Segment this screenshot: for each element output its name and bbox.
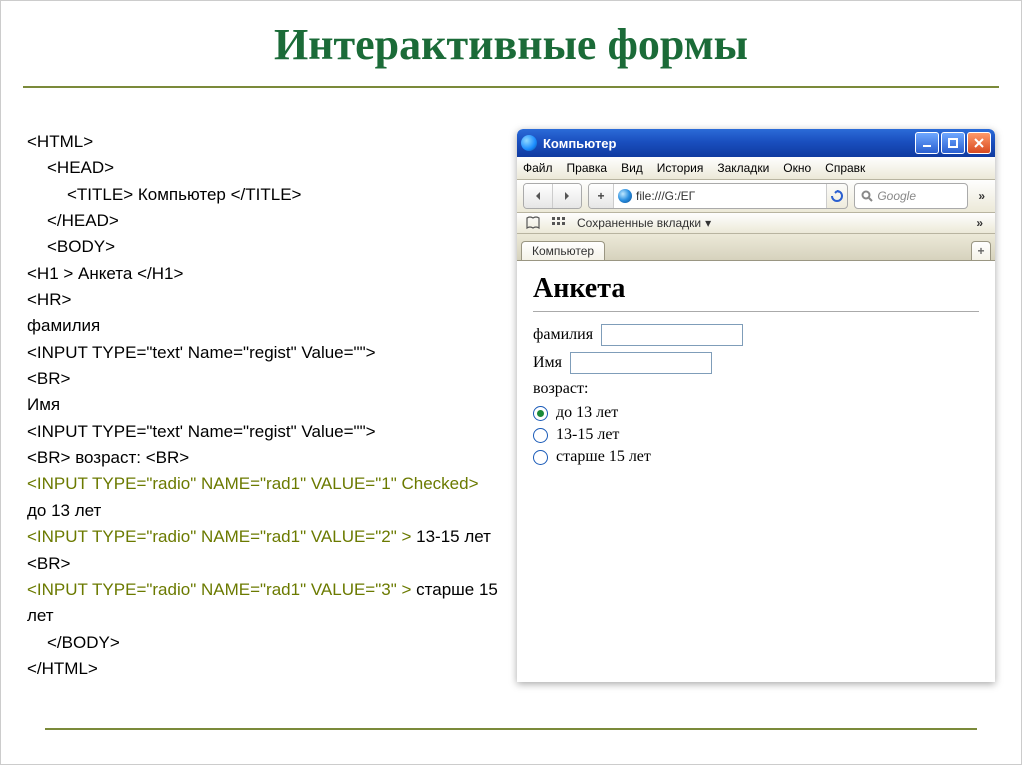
close-button[interactable] <box>967 132 991 154</box>
radio-label: до 13 лет <box>556 404 618 422</box>
code-line: Имя <box>27 395 60 414</box>
name-row: Имя <box>533 352 979 374</box>
code-line: <H1 > Анкета </H1> <box>27 264 183 283</box>
content-area: <HTML> <HEAD> <TITLE> Компьютер </TITLE>… <box>1 129 1021 682</box>
window-titlebar[interactable]: Компьютер <box>517 129 995 157</box>
code-line: <HTML> <box>27 132 93 151</box>
address-bar: + file:///G:/ЕГ <box>588 183 848 209</box>
radio-label: старше 15 лет <box>556 448 651 466</box>
surname-label: фамилия <box>533 326 593 344</box>
code-line: <BR> возраст: <BR> <box>27 448 189 467</box>
code-line: <BR> <box>27 554 70 573</box>
horizontal-rule <box>23 86 999 88</box>
window-title: Компьютер <box>543 136 909 151</box>
menu-help[interactable]: Справк <box>825 161 865 175</box>
code-line: <BR> <box>27 369 70 388</box>
code-line: </HEAD> <box>27 208 499 234</box>
code-line: до 13 лет <box>27 501 101 520</box>
code-line: <BODY> <box>27 234 499 260</box>
name-label: Имя <box>533 354 562 372</box>
radio-opt3[interactable]: старше 15 лет <box>533 448 979 466</box>
code-line: <HR> <box>27 290 71 309</box>
globe-icon <box>618 189 632 203</box>
code-line: <INPUT TYPE="radio" NAME="rad1" VALUE="3… <box>27 580 411 599</box>
menu-history[interactable]: История <box>657 161 704 175</box>
forward-button[interactable] <box>553 184 581 208</box>
tab-bar: Компьютер + <box>517 234 995 261</box>
code-line: <INPUT TYPE="radio" NAME="rad1" VALUE="2… <box>27 527 411 546</box>
code-line: <HEAD> <box>27 155 499 181</box>
title-area: Интерактивные формы <box>1 1 1021 129</box>
slide: Интерактивные формы <HTML> <HEAD> <TITLE… <box>0 0 1022 765</box>
menu-view[interactable]: Вид <box>621 161 643 175</box>
maximize-button[interactable] <box>941 132 965 154</box>
search-placeholder: Google <box>877 189 916 203</box>
navigation-toolbar: + file:///G:/ЕГ Google » <box>517 180 995 213</box>
age-row: возраст: <box>533 380 979 398</box>
saved-tabs-dropdown[interactable]: Сохраненные вкладки ▾ <box>577 216 711 230</box>
menu-edit[interactable]: Правка <box>567 161 608 175</box>
rendered-page: Анкета фамилия Имя возраст: до 13 лет <box>517 261 995 488</box>
window-controls <box>915 132 991 154</box>
overflow-icon[interactable]: » <box>974 189 989 203</box>
surname-row: фамилия <box>533 324 979 346</box>
chevron-down-icon: ▾ <box>705 216 711 230</box>
horizontal-rule-bottom <box>45 728 977 730</box>
code-line: фамилия <box>27 316 100 335</box>
add-button[interactable]: + <box>589 184 614 208</box>
code-listing: <HTML> <HEAD> <TITLE> Компьютер </TITLE>… <box>27 129 499 682</box>
back-button[interactable] <box>524 184 553 208</box>
bookmarks-toolbar: Сохраненные вкладки ▾ » <box>517 213 995 234</box>
address-text: file:///G:/ЕГ <box>636 189 695 203</box>
code-line: <INPUT TYPE="text' Name="regist" Value="… <box>27 343 376 362</box>
page-hr <box>533 311 979 312</box>
menu-bookmarks[interactable]: Закладки <box>717 161 769 175</box>
grid-icon <box>551 216 567 230</box>
overflow-icon[interactable]: » <box>972 216 987 230</box>
tab-komputer[interactable]: Компьютер <box>521 241 605 260</box>
radio-opt1[interactable]: до 13 лет <box>533 404 979 422</box>
menu-file[interactable]: Файл <box>523 161 553 175</box>
name-input[interactable] <box>570 352 712 374</box>
nav-buttons <box>523 183 582 209</box>
code-line: </BODY> <box>27 630 499 656</box>
search-box[interactable]: Google <box>854 183 968 209</box>
surname-input[interactable] <box>601 324 743 346</box>
new-tab-button[interactable]: + <box>971 241 991 260</box>
code-line: 13-15 лет <box>411 527 491 546</box>
age-label: возраст: <box>533 380 588 398</box>
radio-icon <box>533 406 548 421</box>
slide-title: Интерактивные формы <box>1 19 1021 70</box>
code-line: <INPUT TYPE="text' Name="regist" Value="… <box>27 422 376 441</box>
book-icon <box>525 216 541 230</box>
page-heading: Анкета <box>533 273 979 305</box>
code-line: </HTML> <box>27 659 98 678</box>
search-icon <box>861 190 873 202</box>
radio-icon <box>533 450 548 465</box>
code-line: <INPUT TYPE="radio" NAME="rad1" VALUE="1… <box>27 474 479 493</box>
app-icon <box>521 135 537 151</box>
radio-icon <box>533 428 548 443</box>
reload-button[interactable] <box>826 184 847 208</box>
menu-bar: Файл Правка Вид История Закладки Окно Сп… <box>517 157 995 180</box>
minimize-button[interactable] <box>915 132 939 154</box>
code-line: <TITLE> Компьютер </TITLE> <box>27 182 499 208</box>
radio-opt2[interactable]: 13-15 лет <box>533 426 979 444</box>
menu-window[interactable]: Окно <box>783 161 811 175</box>
address-field[interactable]: file:///G:/ЕГ <box>614 184 826 208</box>
radio-label: 13-15 лет <box>556 426 619 444</box>
saved-tabs-label: Сохраненные вкладки <box>577 216 701 230</box>
browser-window: Компьютер Файл Правка Вид Исто <box>517 129 995 682</box>
